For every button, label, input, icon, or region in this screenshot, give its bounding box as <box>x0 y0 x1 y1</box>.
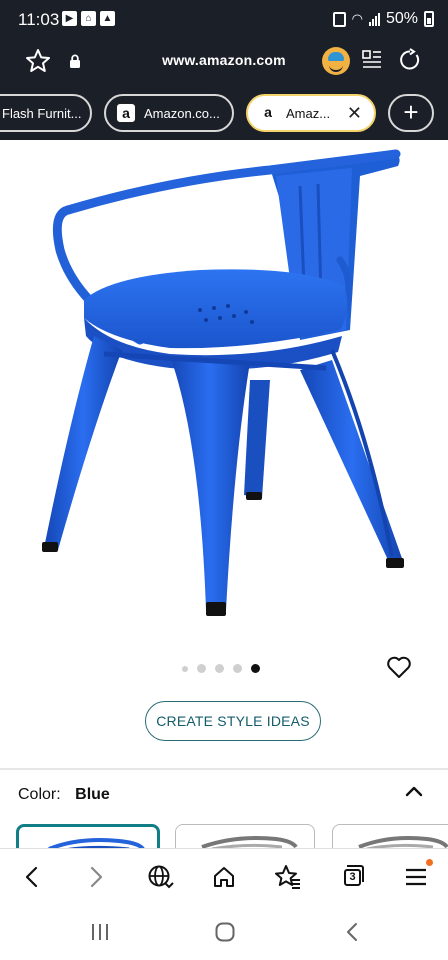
swatch-thumbnail <box>201 836 298 848</box>
tab-label: Flash Furnit... <box>2 105 82 121</box>
heart-icon[interactable] <box>386 655 412 679</box>
youtube-icon: ▶ <box>62 11 77 26</box>
bookmarks-icon[interactable] <box>274 863 302 891</box>
reader-mode-icon[interactable] <box>362 49 382 71</box>
color-selector-label: Color: Blue <box>18 786 110 804</box>
amazon-favicon-icon: a <box>258 103 278 123</box>
swatch-thumbnail <box>48 838 145 848</box>
location-icon: ⌂ <box>81 11 96 26</box>
tab-amazon-1[interactable]: a Amazon.co... <box>104 94 234 132</box>
amazon-favicon-icon: a <box>116 103 136 123</box>
swatch-thumbnail <box>358 836 448 848</box>
back-icon[interactable] <box>18 863 46 891</box>
tabs-count-button[interactable]: 3 <box>341 864 364 888</box>
color-swatch-blue[interactable] <box>16 824 160 848</box>
status-right: ◠ 50% <box>332 10 434 28</box>
status-time: 11:03 <box>18 10 60 29</box>
tab-label: Amazon.co... <box>144 105 220 121</box>
tab-flash-furniture[interactable]: Flash Furnit... <box>0 94 92 132</box>
chevron-up-icon[interactable] <box>404 784 424 798</box>
home-nav-icon[interactable] <box>214 921 236 943</box>
back-nav-icon[interactable] <box>342 921 362 943</box>
battery-icon <box>424 11 434 27</box>
amazon-assistant-icon[interactable] <box>322 47 350 75</box>
signal-icon <box>368 12 380 26</box>
translate-globe-icon[interactable] <box>146 863 174 891</box>
create-style-ideas-button[interactable]: CREATE STYLE IDEAS <box>145 701 321 741</box>
notification-icons: ▶ ⌂ ▲ <box>62 11 115 26</box>
divider <box>0 768 448 770</box>
status-bar: 11:03 ▶ ⌂ ▲ ◠ 50% <box>0 0 448 40</box>
color-swatch-silver[interactable] <box>175 824 315 848</box>
new-tab-button[interactable]: + <box>388 94 434 132</box>
product-page: CREATE STYLE IDEAS Color: Blue <box>0 140 448 848</box>
nfc-icon <box>332 11 346 27</box>
wifi-icon: ◠ <box>351 11 363 26</box>
image-carousel-dots[interactable] <box>182 664 260 673</box>
browser-toolbar: 3 <box>0 848 448 904</box>
carousel-dot[interactable] <box>197 664 206 673</box>
tab-label: Amaz... <box>286 105 331 121</box>
url-bar: www.amazon.com <box>0 40 448 84</box>
product-image-blue-chair[interactable] <box>0 140 448 640</box>
carousel-dot-active[interactable] <box>251 664 260 673</box>
battery-percent: 50% <box>385 10 418 27</box>
carousel-dot[interactable] <box>182 665 188 672</box>
menu-icon[interactable] <box>402 863 430 891</box>
color-value: Blue <box>75 786 110 803</box>
forward-icon[interactable] <box>82 863 110 891</box>
color-label: Color: <box>18 786 61 803</box>
gallery-icon: ▲ <box>100 11 115 26</box>
refresh-icon[interactable] <box>398 48 422 72</box>
home-icon[interactable] <box>210 863 238 891</box>
carousel-dot[interactable] <box>215 664 224 673</box>
carousel-dot[interactable] <box>233 664 242 673</box>
tab-count: 3 <box>344 869 361 886</box>
tab-strip: Flash Furnit... a Amazon.co... a Amaz...… <box>0 88 448 138</box>
notification-dot-icon <box>426 859 433 866</box>
close-tab-icon[interactable]: ✕ <box>347 104 362 122</box>
color-swatch-other[interactable] <box>332 824 448 848</box>
system-nav-bar <box>0 904 448 960</box>
recents-icon[interactable] <box>88 922 112 942</box>
tab-amazon-active[interactable]: a Amaz... ✕ <box>246 94 376 132</box>
